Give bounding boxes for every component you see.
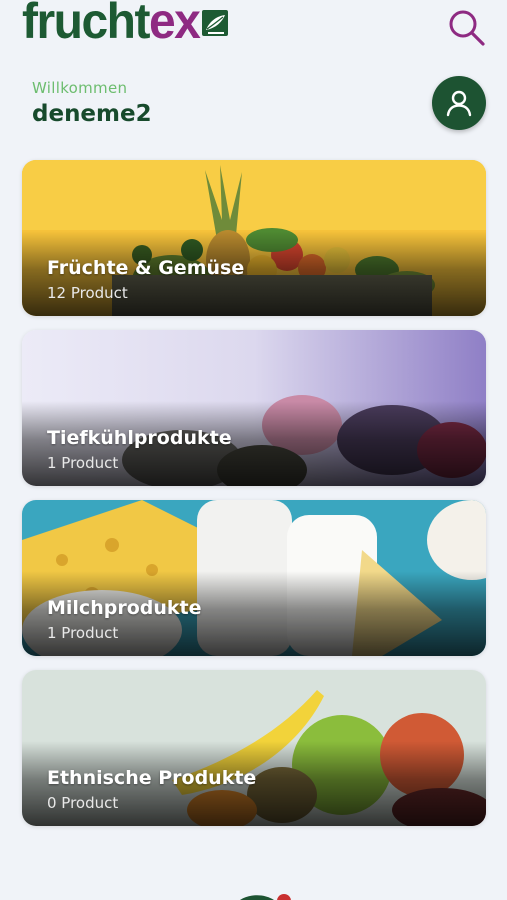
- category-card-fruits-vegetables[interactable]: Früchte & Gemüse 12 Product: [22, 160, 486, 316]
- category-count: 12 Product: [47, 284, 128, 302]
- category-card-dairy[interactable]: Milchprodukte 1 Product: [22, 500, 486, 656]
- user-icon: [446, 90, 472, 117]
- category-card-ethnic[interactable]: Ethnische Produkte 0 Product: [22, 670, 486, 826]
- bottom-peek-icon: [240, 894, 291, 900]
- logo-leaf-icon: [202, 10, 229, 36]
- category-count: 0 Product: [47, 794, 119, 812]
- logo-text-primary: frucht: [22, 0, 150, 50]
- category-title: Tiefkühlprodukte: [47, 427, 232, 449]
- category-title: Ethnische Produkte: [47, 767, 257, 789]
- brand-logo: frucht ex: [22, 0, 229, 50]
- user-name: deneme2: [32, 101, 152, 127]
- logo-text-accent: ex: [148, 0, 201, 50]
- category-count: 1 Product: [47, 624, 119, 642]
- app-screen: frucht ex Willkommen deneme2 Früchte & G…: [0, 0, 507, 900]
- category-title: Früchte & Gemüse: [47, 257, 245, 279]
- category-count: 1 Product: [47, 454, 119, 472]
- search-button[interactable]: [446, 7, 488, 49]
- profile-button[interactable]: [432, 76, 486, 130]
- category-title: Milchprodukte: [47, 597, 202, 619]
- category-card-frozen[interactable]: Tiefkühlprodukte 1 Product: [22, 330, 486, 486]
- welcome-label: Willkommen: [32, 79, 128, 97]
- search-icon: [449, 10, 485, 46]
